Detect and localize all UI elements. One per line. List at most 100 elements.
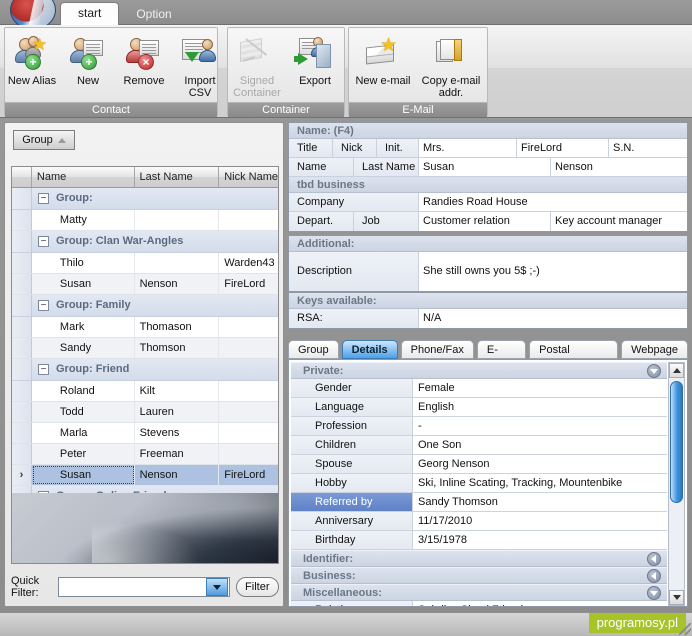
cell-last-name: Nenson [135,274,220,294]
table-row[interactable]: Peter Freeman [12,444,278,465]
person-star-add-icon: ★ + [13,35,51,72]
quick-filter-input[interactable] [58,579,206,595]
cell-nick-name [219,210,278,230]
detail-section-header[interactable]: Business: [291,567,667,584]
import-csv-button[interactable]: Import CSV [173,32,227,102]
value-last-name[interactable]: Nenson [551,158,687,176]
table-row[interactable]: Todd Lauren [12,402,278,423]
collapse-icon[interactable]: − [38,193,49,204]
chevron-left-icon[interactable] [647,552,661,566]
resize-grip[interactable] [679,623,691,635]
detail-field-value[interactable]: One Son [413,436,667,454]
group-header-row[interactable]: − Group: [12,188,278,210]
detail-section-header[interactable]: Miscellaneous: [291,584,667,601]
ribbon-tab-option[interactable]: Option [119,3,188,25]
detail-tab-row: GroupDetailsPhone/FaxE-MailPostal Addres… [288,337,688,374]
column-header-marker[interactable] [12,167,32,187]
value-title[interactable]: Mrs. [419,139,517,157]
value-description[interactable]: She still owns you 5$ ;-) [419,252,687,291]
table-row[interactable]: Sandy Thomson [12,338,278,359]
filter-button[interactable]: Filter [235,577,279,597]
detail-field-value[interactable]: 3/15/1978 [413,531,667,549]
collapse-icon[interactable]: − [38,300,49,311]
detail-field-value[interactable]: Sabdies Shool Friend [413,601,667,606]
chevron-down-icon[interactable] [647,586,661,600]
new-alias-button[interactable]: ★ + New Alias [5,32,59,102]
status-bar: programosy.pl [0,612,692,636]
copy-email-address-button[interactable]: Copy e-mail addr. [417,32,485,102]
table-row[interactable]: Susan Nenson FireLord [12,274,278,295]
detail-field-value[interactable]: Female [413,379,667,397]
tab-phone-fax[interactable]: Phone/Fax [400,340,474,359]
table-row[interactable]: › Susan Nenson FireLord [12,465,278,486]
value-job[interactable]: Key account manager [551,212,687,231]
cell-last-name [135,210,220,230]
export-button[interactable]: Export [286,32,344,102]
label-job: Job [354,212,419,231]
detail-field-row[interactable]: Spouse Georg Nenson [291,455,667,474]
export-label: Export [299,75,331,87]
detail-field-row[interactable]: Hobby Ski, Inline Scating, Tracking, Moun… [291,474,667,493]
tab-e-mail[interactable]: E-Mail [476,340,527,374]
table-row[interactable]: Matty [12,210,278,231]
signed-container-button[interactable]: Signed Container [228,32,286,102]
detail-field-value[interactable]: English [413,398,667,416]
value-company[interactable]: Randies Road House [419,193,687,211]
ribbon-tab-start[interactable]: start [60,2,120,25]
column-header-last-name[interactable]: Last Name [135,167,220,187]
scroll-down-button[interactable] [669,590,684,605]
column-header-nick-name[interactable]: Nick Name [219,167,278,187]
new-button[interactable]: + New [61,32,115,102]
detail-field-row[interactable]: Children One Son [291,436,667,455]
detail-field-row[interactable]: Anniversary 11/17/2010 [291,512,667,531]
collapse-icon[interactable]: − [38,236,49,247]
detail-field-value[interactable]: 11/17/2010 [413,512,667,530]
detail-section-header[interactable]: Identifier: [291,550,667,567]
new-email-label: New e-mail [355,75,411,87]
details-container: Private: Gender Female Language English Profe… [288,359,688,607]
contacts-grid[interactable]: Name Last Name Nick Name − Group: Matty − Gr… [11,166,279,564]
detail-field-value[interactable]: - [413,417,667,435]
table-row[interactable]: Thilo Warden43 [12,253,278,274]
detail-field-row[interactable]: Birthday 3/15/1978 [291,531,667,550]
table-row[interactable]: Mark Thomason [12,317,278,338]
group-header-row[interactable]: − Group: Clan War-Angles [12,231,278,253]
value-rsa[interactable]: N/A [419,309,687,328]
tab-postal-address[interactable]: Postal Address [529,340,619,374]
detail-field-row[interactable]: Gender Female [291,379,667,398]
group-sort-button[interactable]: Group [13,130,75,150]
tab-group[interactable]: Group [288,340,339,359]
name-row-title: Title Nick Init. Mrs. FireLord S.N. [289,139,687,158]
details-scrollbar[interactable] [668,362,685,606]
table-row[interactable]: Roland Kilt [12,381,278,402]
group-header-row[interactable]: − Group: Friend [12,359,278,381]
detail-field-value[interactable]: Sandy Thomson [413,493,667,511]
detail-field-value[interactable]: Ski, Inline Scating, Tracking, Mountenbi… [413,474,667,492]
quick-filter-dropdown-button[interactable] [205,578,228,596]
table-row[interactable]: Marla Stevens [12,423,278,444]
detail-field-row[interactable]: Referred by Sandy Thomson [291,493,667,512]
scroll-up-button[interactable] [669,363,684,378]
value-init[interactable]: S.N. [609,139,687,157]
cell-name: Marla [32,423,135,443]
detail-section-header[interactable]: Private: [291,362,667,379]
column-header-name[interactable]: Name [32,167,135,187]
remove-button[interactable]: × Remove [117,32,171,102]
quick-filter-combo[interactable] [57,577,230,597]
chevron-left-icon[interactable] [647,569,661,583]
signed-container-icon [238,36,276,72]
detail-field-row[interactable]: Profession - [291,417,667,436]
value-nick[interactable]: FireLord [517,139,609,157]
scrollbar-thumb[interactable] [670,381,683,503]
value-department[interactable]: Customer relation [419,212,551,231]
detail-field-value[interactable]: Georg Nenson [413,455,667,473]
group-header-row[interactable]: − Group: Family [12,295,278,317]
tab-details[interactable]: Details [341,340,398,359]
new-email-button[interactable]: ★ New e-mail [349,32,417,102]
collapse-icon[interactable]: − [38,364,49,375]
tab-webpage[interactable]: Webpage [621,340,688,359]
value-name[interactable]: Susan [419,158,551,176]
detail-field-row[interactable]: Language English [291,398,667,417]
cell-name: Sandy [32,338,135,358]
chevron-down-icon[interactable] [647,364,661,378]
